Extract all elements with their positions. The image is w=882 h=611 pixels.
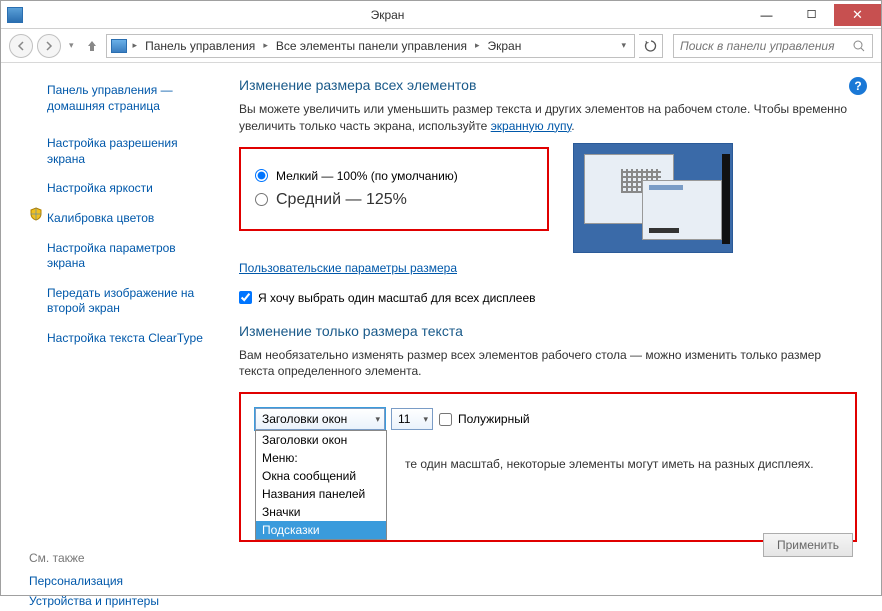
location-icon xyxy=(111,39,127,53)
dropdown-option[interactable]: Значки xyxy=(256,503,386,521)
see-also-devices[interactable]: Устройства и принтеры xyxy=(29,591,213,611)
dropdown-option[interactable]: Заголовки окон xyxy=(256,431,386,449)
breadcrumb-item[interactable]: Все элементы панели управления xyxy=(274,39,469,53)
breadcrumb-item[interactable]: Панель управления xyxy=(143,39,257,53)
one-scale-checkbox[interactable] xyxy=(239,291,252,304)
up-button[interactable] xyxy=(82,36,102,56)
refresh-button[interactable] xyxy=(639,34,663,58)
custom-size-link[interactable]: Пользовательские параметры размера xyxy=(239,261,457,275)
titlebar: Экран xyxy=(1,1,881,29)
apply-button[interactable]: Применить xyxy=(763,533,853,557)
chevron-right-icon: ▸ xyxy=(261,40,270,51)
sidebar-item-display-settings[interactable]: Настройка параметров экрана xyxy=(47,237,213,276)
app-icon xyxy=(7,7,23,23)
chevron-right-icon: ▸ xyxy=(473,40,482,51)
section1-description: Вы можете увеличить или уменьшить размер… xyxy=(239,101,857,135)
maximize-button[interactable] xyxy=(789,4,834,26)
main-content: ? Изменение размера всех элементов Вы мо… xyxy=(221,63,881,595)
bold-label: Полужирный xyxy=(458,412,530,426)
toolbar: ▾ ▸ Панель управления ▸ Все элементы пан… xyxy=(1,29,881,63)
sidebar-item-home[interactable]: Панель управления — домашняя страница xyxy=(47,79,213,118)
chevron-down-icon: ▾ xyxy=(423,414,428,425)
scale-note-text: те один масштаб, некоторые элементы могу… xyxy=(405,456,814,473)
breadcrumb-item[interactable]: Экран xyxy=(486,39,524,53)
element-dropdown-list: Заголовки окон Меню: Окна сообщений Назв… xyxy=(255,430,387,540)
element-combobox[interactable]: Заголовки окон ▾ xyxy=(255,408,385,430)
history-dropdown-icon[interactable]: ▾ xyxy=(69,40,74,51)
radio-small-input[interactable] xyxy=(255,169,268,182)
close-button[interactable] xyxy=(834,4,881,26)
sidebar-item-cleartype[interactable]: Настройка текста ClearType xyxy=(47,327,203,351)
chevron-right-icon: ▸ xyxy=(131,40,140,51)
display-preview xyxy=(573,143,733,253)
see-also-header: См. также xyxy=(29,551,213,565)
see-also-section: См. также Персонализация Устройства и пр… xyxy=(29,551,213,611)
dropdown-option[interactable]: Окна сообщений xyxy=(256,467,386,485)
size-combobox[interactable]: 11 ▾ xyxy=(391,408,433,430)
radio-medium-input[interactable] xyxy=(255,193,268,206)
window-controls xyxy=(744,4,881,26)
dropdown-option[interactable]: Названия панелей xyxy=(256,485,386,503)
magnifier-link[interactable]: экранную лупу xyxy=(491,119,572,133)
one-scale-row: Я хочу выбрать один масштаб для всех дис… xyxy=(239,291,857,305)
section2-title: Изменение только размера текста xyxy=(239,323,857,339)
shield-icon xyxy=(29,207,43,221)
sidebar-item-project[interactable]: Передать изображение на второй экран xyxy=(47,282,213,321)
bold-checkbox[interactable] xyxy=(439,413,452,426)
address-dropdown-icon[interactable]: ▾ xyxy=(617,40,630,51)
one-scale-label: Я хочу выбрать один масштаб для всех дис… xyxy=(258,291,536,305)
element-selected: Заголовки окон xyxy=(262,412,347,426)
minimize-button[interactable] xyxy=(744,4,789,26)
forward-button[interactable] xyxy=(37,34,61,58)
sidebar-item-resolution[interactable]: Настройка разрешения экрана xyxy=(47,132,213,171)
sidebar: Панель управления — домашняя страница На… xyxy=(1,63,221,595)
scale-radio-group: Мелкий — 100% (по умолчанию) Средний — 1… xyxy=(239,147,549,231)
sidebar-item-brightness[interactable]: Настройка яркости xyxy=(47,177,153,201)
dropdown-option[interactable]: Меню: xyxy=(256,449,386,467)
see-also-personalization[interactable]: Персонализация xyxy=(29,571,213,591)
search-input[interactable] xyxy=(680,39,852,53)
radio-medium-label: Средний — 125% xyxy=(276,191,407,209)
section2-description: Вам необязательно изменять размер всех э… xyxy=(239,347,857,381)
size-selected: 11 xyxy=(398,412,410,426)
chevron-down-icon: ▾ xyxy=(375,414,380,425)
radio-small-label: Мелкий — 100% (по умолчанию) xyxy=(276,169,458,183)
search-icon xyxy=(852,39,866,53)
sidebar-item-calibrate[interactable]: Калибровка цветов xyxy=(47,207,154,231)
address-bar[interactable]: ▸ Панель управления ▸ Все элементы панел… xyxy=(106,34,635,58)
back-button[interactable] xyxy=(9,34,33,58)
radio-small[interactable]: Мелкий — 100% (по умолчанию) xyxy=(255,169,533,183)
help-icon[interactable]: ? xyxy=(849,77,867,95)
radio-medium[interactable]: Средний — 125% xyxy=(255,191,533,209)
window-title: Экран xyxy=(31,8,744,22)
section1-title: Изменение размера всех элементов xyxy=(239,77,857,93)
text-size-group: Заголовки окон ▾ 11 ▾ Полужирный Заголов… xyxy=(239,392,857,542)
search-box[interactable] xyxy=(673,34,873,58)
dropdown-option-selected[interactable]: Подсказки xyxy=(256,521,386,539)
